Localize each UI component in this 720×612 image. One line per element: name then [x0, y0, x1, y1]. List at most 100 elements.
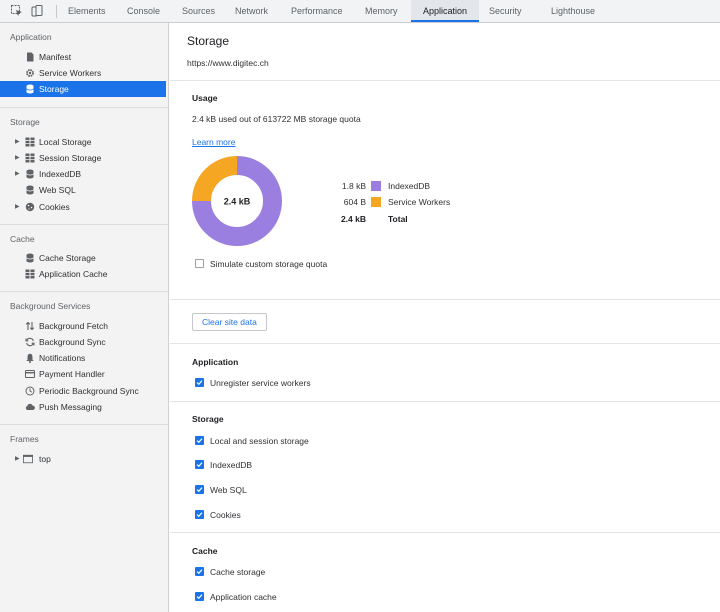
sidebar-item-indexeddb[interactable]: ▶ IndexedDB: [0, 166, 166, 182]
document-icon: [27, 52, 34, 62]
tab-sources[interactable]: Sources: [176, 0, 221, 22]
inspect-element-icon[interactable]: [11, 5, 23, 17]
gear-icon: [26, 69, 34, 77]
legend-row-service-workers: 604 B Service Workers: [170, 196, 720, 208]
sidebar-header-application: Application: [10, 32, 52, 42]
database-icon: [26, 84, 34, 94]
sidebar-divider: [0, 424, 168, 425]
legend-swatch: [371, 197, 381, 207]
sidebar-item-payment-handler[interactable]: Payment Handler: [0, 366, 166, 382]
checkbox[interactable]: [195, 436, 204, 445]
cookie-icon: [25, 202, 35, 212]
checkmark-icon: [196, 380, 203, 386]
sidebar-item-cache-storage[interactable]: Cache Storage: [0, 250, 166, 266]
checkbox-label: Cookies: [210, 510, 241, 520]
sidebar-item-label: Periodic Background Sync: [39, 386, 139, 396]
sidebar-item-label: Storage: [39, 84, 69, 94]
expand-arrow-icon[interactable]: ▶: [15, 199, 20, 215]
sidebar-item-notifications[interactable]: Notifications: [0, 350, 166, 366]
expand-arrow-icon[interactable]: ▶: [15, 134, 20, 150]
usage-header: Usage: [192, 93, 218, 103]
tab-elements[interactable]: Elements: [62, 0, 112, 22]
sidebar-item-application-cache[interactable]: Application Cache: [0, 266, 166, 282]
sidebar-item-label: Service Workers: [39, 68, 102, 78]
sidebar-item-cookies[interactable]: ▶ Cookies: [0, 199, 166, 215]
sidebar-item-periodic-background-sync[interactable]: Periodic Background Sync: [0, 383, 166, 399]
storage-section-header: Storage: [192, 414, 224, 424]
legend-value: 604 B: [343, 197, 366, 207]
clear-site-data-button[interactable]: Clear site data: [192, 313, 267, 331]
tab-security[interactable]: Security: [483, 0, 528, 22]
sidebar-item-label: Background Fetch: [39, 321, 108, 331]
section-divider: [170, 299, 720, 300]
checkbox-label: Simulate custom storage quota: [210, 259, 328, 269]
checkbox[interactable]: [195, 567, 204, 576]
sidebar-header-cache: Cache: [10, 234, 35, 244]
grid-icon: [25, 137, 35, 147]
sidebar-item-label: IndexedDB: [39, 169, 82, 179]
expand-arrow-icon[interactable]: ▶: [15, 166, 20, 182]
tab-application[interactable]: Application: [411, 0, 479, 22]
frame-icon: [23, 454, 33, 464]
legend-row-total: 2.4 kB Total: [170, 213, 720, 225]
origin-url: https://www.digitec.ch: [187, 58, 269, 68]
checkbox[interactable]: [195, 460, 204, 469]
sidebar-item-service-workers[interactable]: Service Workers: [0, 65, 166, 81]
tab-console[interactable]: Console: [121, 0, 166, 22]
legend-label: Service Workers: [388, 197, 451, 207]
sidebar-item-label: Push Messaging: [39, 402, 102, 412]
sidebar-item-label: Session Storage: [39, 153, 102, 163]
device-toggle-icon[interactable]: [31, 5, 43, 17]
tab-lighthouse[interactable]: Lighthouse: [545, 0, 601, 22]
sidebar-item-label: Application Cache: [39, 269, 108, 279]
sidebar-item-local-storage[interactable]: ▶ Local Storage: [0, 134, 166, 150]
sidebar-item-label: Cookies: [39, 202, 70, 212]
sidebar-item-label: Local Storage: [39, 137, 92, 147]
toolbar-separator: [56, 5, 57, 18]
sidebar-item-label: Background Sync: [39, 337, 106, 347]
checkbox[interactable]: [195, 510, 204, 519]
section-divider: [170, 343, 720, 344]
checkmark-icon: [196, 487, 203, 493]
tab-performance[interactable]: Performance: [285, 0, 349, 22]
cache-section-header: Cache: [192, 546, 218, 556]
usage-summary: 2.4 kB used out of 613722 MB storage quo…: [192, 114, 361, 124]
sidebar-item-session-storage[interactable]: ▶ Session Storage: [0, 150, 166, 166]
sidebar-item-label: Manifest: [39, 52, 72, 62]
storage-panel: Storage https://www.digitec.ch Usage 2.4…: [170, 23, 720, 612]
checkmark-icon: [196, 438, 203, 444]
checkmark-icon: [196, 594, 203, 600]
database-icon: [26, 253, 34, 263]
expand-arrow-icon[interactable]: ▶: [15, 150, 20, 166]
sync-icon: [25, 337, 35, 347]
sidebar-item-frame-top[interactable]: ▶ top: [0, 451, 166, 467]
tab-memory[interactable]: Memory: [359, 0, 404, 22]
checkbox-label: Unregister service workers: [210, 378, 311, 388]
legend-label: Total: [388, 214, 408, 224]
sidebar-item-web-sql[interactable]: Web SQL: [0, 182, 166, 198]
sidebar-divider: [0, 291, 168, 292]
checkbox[interactable]: [195, 592, 204, 601]
sidebar-item-manifest[interactable]: Manifest: [0, 49, 166, 65]
sidebar-divider: [0, 107, 168, 108]
sidebar-item-label: Notifications: [39, 353, 86, 363]
learn-more-link[interactable]: Learn more: [192, 137, 235, 147]
sidebar-item-storage[interactable]: Storage: [0, 81, 166, 97]
sidebar-item-push-messaging[interactable]: Push Messaging: [0, 399, 166, 415]
sidebar-item-background-fetch[interactable]: Background Fetch: [0, 318, 166, 334]
checkbox-label: Application cache: [210, 592, 277, 602]
sidebar-item-label: Cache Storage: [39, 253, 96, 263]
checkbox[interactable]: [195, 378, 204, 387]
up-down-arrows-icon: [25, 321, 35, 331]
cloud-icon: [25, 403, 35, 410]
simulate-quota-checkbox[interactable]: [195, 259, 204, 268]
credit-card-icon: [25, 370, 35, 378]
sidebar-item-background-sync[interactable]: Background Sync: [0, 334, 166, 350]
legend-value: 1.8 kB: [341, 181, 366, 191]
tab-network[interactable]: Network: [229, 0, 274, 22]
sidebar: Application Manifest Service Workers Sto…: [0, 23, 169, 612]
sidebar-item-label: top: [39, 454, 51, 464]
legend-row-indexeddb: 1.8 kB IndexedDB: [170, 180, 720, 192]
checkbox[interactable]: [195, 485, 204, 494]
expand-arrow-icon[interactable]: ▶: [15, 451, 20, 467]
